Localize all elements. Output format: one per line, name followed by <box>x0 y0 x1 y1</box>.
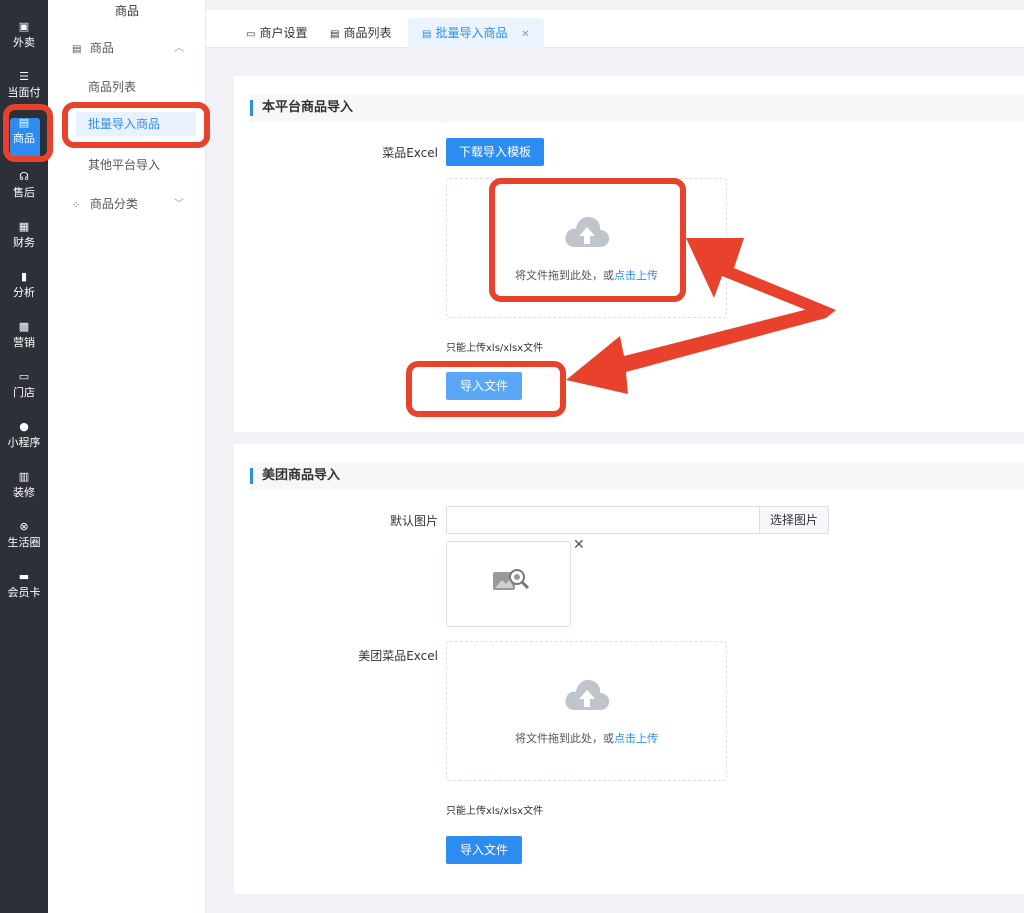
arrow-to-import-button <box>566 306 826 394</box>
arrow-to-dropzone <box>686 238 836 318</box>
annotation-arrows <box>566 238 836 394</box>
